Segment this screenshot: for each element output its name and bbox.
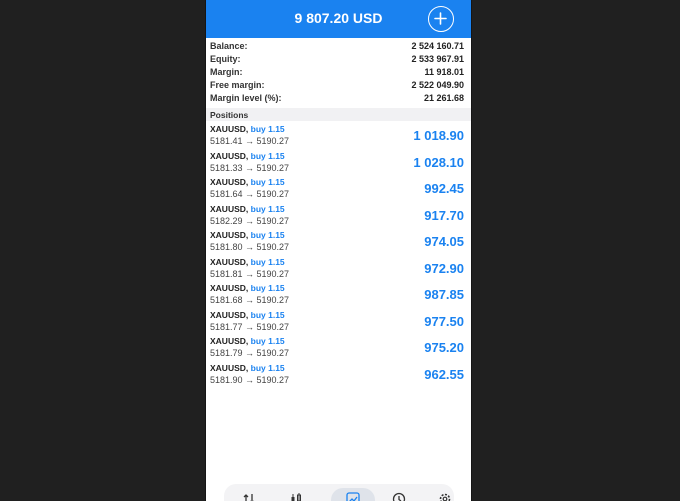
position-profit: 917.70	[424, 207, 464, 223]
section-title: Positions	[210, 110, 249, 120]
summary-label: Equity:	[210, 54, 241, 64]
position-row[interactable]: XAUUSD, buy 1.15 5181.79 → 5190.27 975.2…	[206, 335, 471, 362]
position-prices: 5181.90 → 5190.27	[210, 374, 290, 385]
position-side: buy 1.15	[250, 177, 285, 187]
position-profit: 977.50	[424, 313, 464, 329]
summary-value: 11 918.01	[424, 67, 464, 77]
history-icon[interactable]	[392, 492, 406, 501]
position-row[interactable]: XAUUSD, buy 1.15 5181.80 → 5190.27 974.0…	[206, 229, 471, 256]
trade-icon[interactable]	[346, 492, 360, 501]
position-profit: 972.90	[424, 260, 464, 276]
position-side: buy 1.15	[250, 283, 285, 293]
position-row[interactable]: XAUUSD, buy 1.15 5181.41 → 5190.27 1 018…	[206, 123, 471, 150]
position-prices: 5181.77 → 5190.27	[210, 321, 290, 332]
position-side: buy 1.15	[250, 362, 285, 373]
position-prices: 5181.81 → 5190.27	[210, 268, 290, 279]
position-prices: 5181.79 → 5190.27	[210, 348, 290, 358]
bottom-tab-bar	[224, 484, 454, 501]
position-profit: 992.45	[424, 181, 464, 196]
summary-value: 2 533 967.91	[411, 54, 464, 64]
position-row[interactable]: XAUUSD, buy 1.15 5181.33 → 5190.27 1 028…	[206, 150, 471, 177]
positions-section-header: Positions	[206, 108, 471, 121]
position-symbol: XAUUSD,	[210, 177, 249, 187]
position-symbol: XAUUSD,	[210, 336, 249, 346]
position-side: buy 1.15	[250, 336, 285, 346]
position-profit: 962.55	[424, 366, 464, 382]
header-bar: 9 807.20 USD	[206, 0, 471, 38]
summary-label: Balance:	[210, 41, 248, 51]
position-side: buy 1.15	[250, 203, 285, 214]
summary-row: Equity: 2 533 967.91	[206, 53, 471, 66]
position-symbol: XAUUSD,	[210, 203, 249, 214]
summary-row: Free margin: 2 522 049.90	[206, 79, 471, 92]
position-prices: 5181.41 → 5190.27	[210, 136, 290, 146]
position-prices: 5181.80 → 5190.27	[210, 242, 290, 252]
position-row[interactable]: XAUUSD, buy 1.15 5181.77 → 5190.27 977.5…	[206, 309, 471, 336]
position-symbol: XAUUSD,	[210, 362, 249, 373]
position-side: buy 1.15	[250, 230, 285, 240]
position-profit: 975.20	[424, 340, 464, 355]
position-symbol: XAUUSD,	[210, 150, 249, 161]
position-row[interactable]: XAUUSD, buy 1.15 5181.68 → 5190.27 987.8…	[206, 282, 471, 309]
summary-label: Margin level (%):	[210, 93, 282, 103]
position-symbol: XAUUSD,	[210, 283, 249, 293]
position-symbol: XAUUSD,	[210, 256, 249, 267]
position-symbol: XAUUSD,	[210, 124, 249, 134]
position-row[interactable]: XAUUSD, buy 1.15 5181.64 → 5190.27 992.4…	[206, 176, 471, 203]
position-prices: 5182.29 → 5190.27	[210, 215, 290, 226]
summary-row: Margin: 11 918.01	[206, 66, 471, 79]
account-summary: Balance: 2 524 160.71 Equity: 2 533 967.…	[206, 40, 471, 105]
position-side: buy 1.15	[250, 150, 285, 161]
position-side: buy 1.15	[250, 124, 285, 134]
position-profit: 987.85	[424, 287, 464, 302]
plus-circle-icon[interactable]	[428, 6, 454, 32]
chart-icon[interactable]	[289, 492, 303, 501]
position-symbol: XAUUSD,	[210, 230, 249, 240]
position-profit: 974.05	[424, 234, 464, 249]
summary-value: 21 261.68	[423, 93, 464, 103]
summary-value: 2 522 049.90	[411, 80, 464, 90]
position-profit: 1 028.10	[413, 154, 464, 170]
summary-row: Balance: 2 524 160.71	[206, 40, 471, 53]
summary-label: Free margin:	[210, 80, 265, 90]
positions-list: XAUUSD, buy 1.15 5181.41 → 5190.27 1 018…	[206, 123, 471, 388]
position-side: buy 1.15	[250, 256, 285, 267]
app-screen: 9 807.20 USD Balance: 2 524 160.71 Equit…	[205, 0, 472, 501]
position-prices: 5181.68 → 5190.27	[210, 295, 290, 305]
summary-label: Margin:	[210, 67, 243, 77]
position-prices: 5181.33 → 5190.27	[210, 162, 290, 173]
position-row[interactable]: XAUUSD, buy 1.15 5181.90 → 5190.27 962.5…	[206, 362, 471, 389]
summary-row: Margin level (%): 21 261.68	[206, 92, 471, 105]
position-profit: 1 018.90	[413, 128, 464, 143]
settings-icon[interactable]	[438, 492, 452, 501]
quotes-icon[interactable]	[242, 492, 256, 501]
position-prices: 5181.64 → 5190.27	[210, 189, 290, 199]
position-row[interactable]: XAUUSD, buy 1.15 5181.81 → 5190.27 972.9…	[206, 256, 471, 283]
position-side: buy 1.15	[250, 309, 285, 320]
summary-value: 2 524 160.71	[411, 41, 464, 51]
position-symbol: XAUUSD,	[210, 309, 249, 320]
position-row[interactable]: XAUUSD, buy 1.15 5182.29 → 5190.27 917.7…	[206, 203, 471, 230]
